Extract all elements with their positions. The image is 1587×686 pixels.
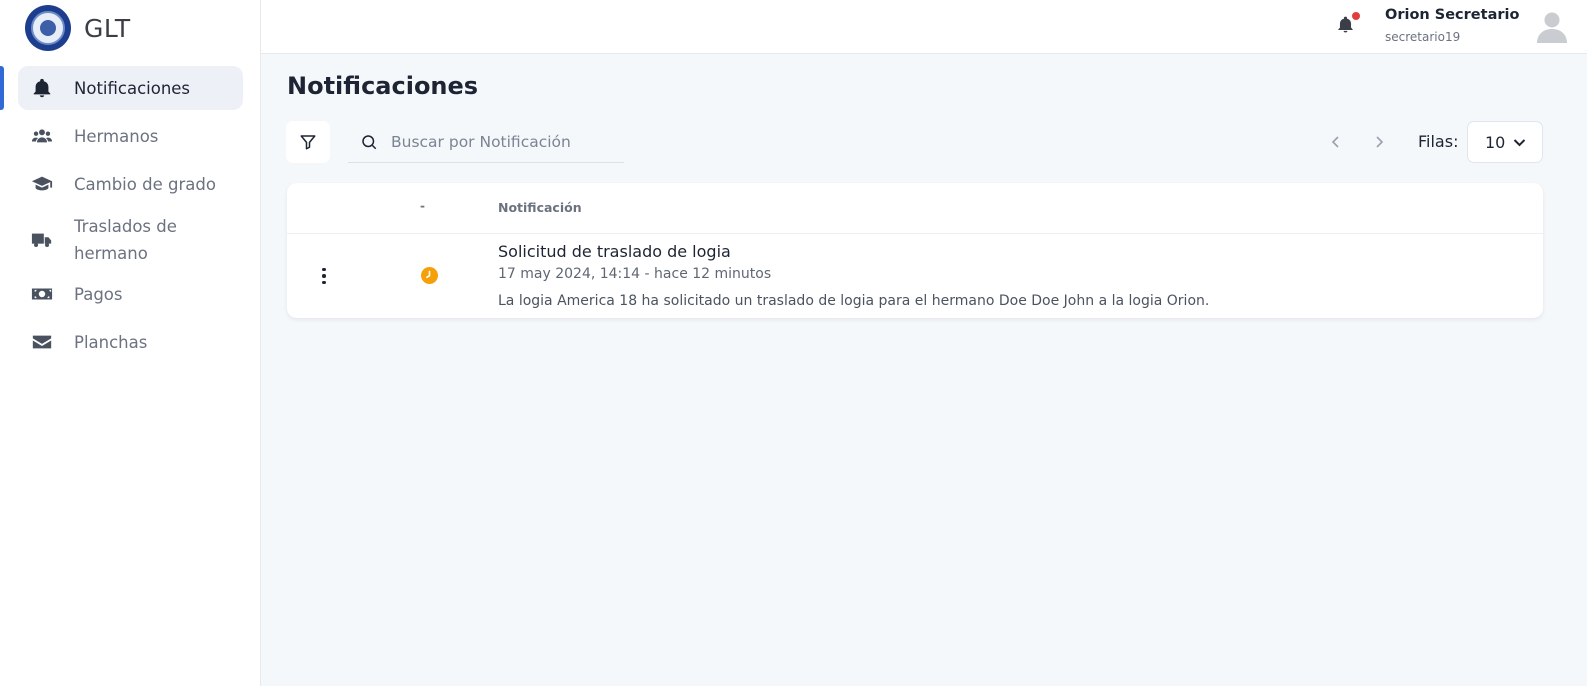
user-name: Orion Secretario — [1385, 7, 1520, 23]
notifications-table: - Notificación Solicitud de traslado de … — [287, 183, 1543, 318]
rows-label: Filas: — [1418, 132, 1459, 151]
sidebar-item-label: Hermanos — [74, 126, 159, 146]
unread-dot — [1352, 12, 1360, 20]
filter-button[interactable] — [286, 121, 330, 163]
notification-description: La logia America 18 ha solicitado un tra… — [498, 293, 1210, 309]
notification-date: 17 may 2024, 14:14 - hace 12 minutos — [498, 266, 772, 282]
chevron-down-icon — [1513, 138, 1526, 146]
sidebar-item-planchas[interactable]: Planchas — [18, 320, 243, 364]
sidebar-item-pagos[interactable]: Pagos — [18, 272, 243, 316]
sidebar-item-label: Traslados de hermano — [74, 217, 177, 263]
brand-name: GLT — [84, 13, 131, 43]
bell-icon — [30, 76, 54, 100]
kebab-menu-icon — [322, 267, 326, 272]
sidebar: GLT Notificaciones Hermanos Cambio de gr… — [0, 0, 261, 686]
row-actions-button[interactable] — [314, 265, 334, 287]
sidebar-item-label: Cambio de grado — [74, 174, 216, 194]
users-icon — [30, 124, 54, 148]
rows-per-page-select[interactable]: 10 — [1467, 121, 1543, 163]
next-page-button[interactable] — [1369, 132, 1389, 152]
envelope-icon — [30, 330, 54, 354]
notification-title: Solicitud de traslado de logia — [498, 242, 731, 261]
sidebar-item-cambio-de-grado[interactable]: Cambio de grado — [18, 162, 243, 206]
brand[interactable]: GLT — [25, 4, 131, 52]
pending-clock-icon — [421, 267, 438, 284]
rows-value: 10 — [1485, 132, 1506, 152]
search-box — [348, 121, 624, 163]
lodge-seal-icon — [25, 5, 71, 51]
column-header-status: - — [420, 199, 425, 213]
avatar[interactable] — [1537, 11, 1567, 43]
sidebar-item-label: Notificaciones — [74, 78, 191, 98]
notifications-bell-button[interactable] — [1336, 12, 1360, 37]
sidebar-item-notificaciones[interactable]: Notificaciones — [0, 66, 243, 110]
prev-page-button[interactable] — [1326, 132, 1346, 152]
table-header: - Notificación — [287, 183, 1543, 234]
sidebar-item-label: Pagos — [74, 284, 123, 304]
sidebar-item-traslados-de-hermano[interactable]: Traslados de hermano — [18, 210, 243, 268]
chevron-left-icon — [1331, 136, 1339, 148]
chevron-right-icon — [1376, 136, 1384, 148]
page-title: Notificaciones — [287, 72, 479, 100]
truck-icon — [30, 228, 54, 252]
column-header-notification: Notificación — [498, 200, 582, 215]
filter-icon — [300, 135, 316, 150]
user-handle: secretario19 — [1385, 30, 1461, 44]
sidebar-item-label: Planchas — [74, 332, 148, 352]
search-input[interactable] — [391, 132, 621, 151]
sidebar-nav: Notificaciones Hermanos Cambio de grado … — [0, 66, 243, 368]
graduation-cap-icon — [30, 172, 54, 196]
user-avatar-icon — [1537, 12, 1567, 43]
search-icon — [362, 134, 377, 149]
table-row[interactable]: Solicitud de traslado de logia 17 may 20… — [287, 234, 1543, 318]
sidebar-item-hermanos[interactable]: Hermanos — [18, 114, 243, 158]
money-icon — [30, 282, 54, 306]
